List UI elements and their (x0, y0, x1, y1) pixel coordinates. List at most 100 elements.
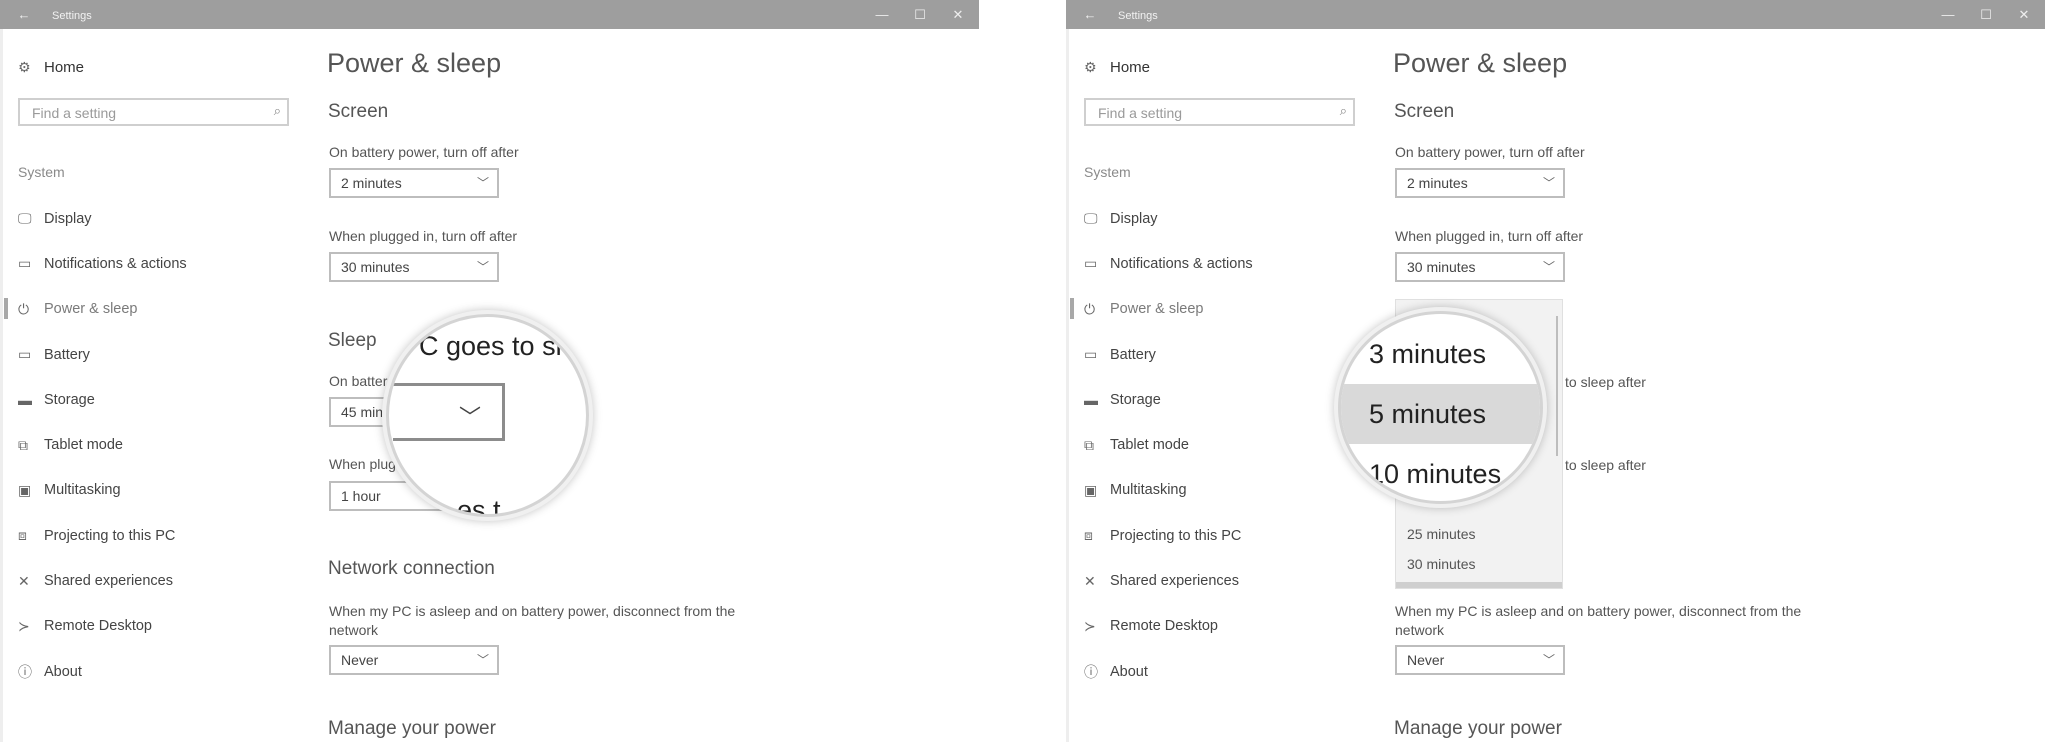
back-arrow-icon[interactable]: ← (12, 0, 36, 29)
network-dropdown[interactable]: Never ﹀ (329, 645, 499, 675)
sidebar-item-projecting[interactable]: ⧈ Projecting to this PC (1084, 513, 1253, 558)
search-box[interactable]: ⌕ (18, 98, 289, 126)
window-title: Settings (52, 10, 92, 22)
close-icon[interactable]: ✕ (2005, 0, 2043, 29)
remote-desktop-icon: ≻ (1084, 617, 1096, 634)
sidebar-item-label: Battery (1110, 346, 1156, 363)
sidebar-item-battery[interactable]: ▭ Battery (1084, 332, 1253, 377)
page-title: Power & sleep (327, 48, 502, 78)
network-dropdown[interactable]: Never ﹀ (1395, 645, 1565, 675)
sidebar-item-shared-experiences[interactable]: ✕ Shared experiences (18, 558, 187, 603)
dropdown-scrollbar[interactable] (1556, 316, 1558, 456)
home-link[interactable]: ⚙ Home (18, 56, 84, 78)
magnifier-lens: 3 minutes 5 minutes 10 minutes (1338, 311, 1543, 504)
magnified-text-bottom: es t (457, 495, 501, 517)
settings-window-left: ← Settings — ☐ ✕ ⚙ Home ⌕ System 🖵 Displa… (0, 0, 979, 742)
maximize-icon[interactable]: ☐ (1967, 0, 2005, 29)
sidebar-item-tablet-mode[interactable]: ⧉ Tablet mode (1084, 422, 1253, 467)
dropdown-list-footer (1396, 582, 1562, 588)
sidebar-item-notifications[interactable]: ▭ Notifications & actions (18, 241, 187, 286)
chevron-down-icon: ﹀ (476, 260, 489, 274)
sidebar-item-label: Power & sleep (44, 301, 138, 318)
minimize-icon[interactable]: — (1929, 0, 1967, 29)
back-arrow-icon[interactable]: ← (1078, 0, 1102, 29)
sidebar-item-multitasking[interactable]: ▣ Multitasking (1084, 468, 1253, 513)
sidebar-item-projecting[interactable]: ⧈ Projecting to this PC (18, 513, 187, 558)
sleep-battery-label-tail: to sleep after (1565, 374, 1646, 390)
multitasking-icon: ▣ (18, 481, 32, 498)
search-icon[interactable]: ⌕ (274, 103, 281, 119)
gear-icon: ⚙ (18, 58, 31, 75)
sleep-plugged-label-tail: to sleep after (1565, 457, 1646, 473)
sidebar-item-label: Tablet mode (1110, 437, 1189, 454)
sidebar-item-label: About (44, 663, 82, 680)
sidebar-item-multitasking[interactable]: ▣ Multitasking (18, 468, 187, 513)
search-input[interactable] (1096, 100, 1330, 126)
minimize-icon[interactable]: — (863, 0, 901, 29)
info-icon: ⓘ (18, 663, 32, 680)
screen-heading: Screen (328, 101, 389, 122)
sidebar-item-display[interactable]: 🖵 Display (18, 196, 187, 241)
sidebar-nav: 🖵 Display ▭ Notifications & actions ⏻ Power… (1070, 196, 1253, 694)
display-icon: 🖵 (18, 210, 32, 227)
dropdown-value: 1 hour (341, 488, 381, 504)
dropdown-option-30-minutes[interactable]: 30 minutes (1407, 556, 1475, 572)
dropdown-value: Never (1407, 652, 1445, 668)
sidebar-item-battery[interactable]: ▭ Battery (18, 332, 187, 377)
screen-battery-label: On battery power, turn off after (1395, 144, 1585, 160)
sidebar-item-about[interactable]: ⓘ About (18, 649, 187, 694)
sidebar-item-notifications[interactable]: ▭ Notifications & actions (1084, 241, 1253, 286)
sidebar-item-power-sleep[interactable]: ⏻ Power & sleep (1070, 287, 1253, 332)
network-label: When my PC is asleep and on battery powe… (329, 603, 736, 638)
screen-heading: Screen (1394, 101, 1455, 122)
home-link[interactable]: ⚙ Home (1084, 56, 1150, 78)
search-box[interactable]: ⌕ (1084, 98, 1355, 126)
power-icon: ⏻ (1084, 300, 1096, 317)
sleep-heading: Sleep (328, 330, 377, 351)
screen-plugged-dropdown[interactable]: 30 minutes ﹀ (1395, 252, 1565, 282)
dropdown-value: 2 minutes (1407, 175, 1468, 191)
screen-plugged-dropdown[interactable]: 30 minutes ﹀ (329, 252, 499, 282)
sidebar-item-shared-experiences[interactable]: ✕ Shared experiences (1084, 558, 1253, 603)
title-bar: ← Settings — ☐ ✕ (0, 0, 979, 29)
sidebar-item-display[interactable]: 🖵 Display (1084, 196, 1253, 241)
sidebar-item-remote-desktop[interactable]: ≻ Remote Desktop (18, 604, 187, 649)
chevron-down-icon: ﹀ (1542, 653, 1555, 667)
title-bar: ← Settings — ☐ ✕ (1066, 0, 2045, 29)
search-input[interactable] (30, 100, 264, 126)
close-icon[interactable]: ✕ (939, 0, 977, 29)
sidebar-item-label: Tablet mode (44, 437, 123, 454)
sidebar-item-tablet-mode[interactable]: ⧉ Tablet mode (18, 422, 187, 467)
sidebar-item-about[interactable]: ⓘ About (1084, 649, 1253, 694)
sleep-plugged-label: When plug (329, 456, 396, 472)
dropdown-value: Never (341, 652, 379, 668)
sidebar-item-storage[interactable]: ▬ Storage (1084, 377, 1253, 422)
sidebar-item-power-sleep[interactable]: ⏻ Power & sleep (4, 287, 187, 332)
maximize-icon[interactable]: ☐ (901, 0, 939, 29)
sidebar-item-storage[interactable]: ▬ Storage (18, 377, 187, 422)
screen-plugged-label: When plugged in, turn off after (1395, 228, 1584, 244)
power-icon: ⏻ (18, 300, 30, 317)
sidebar-item-label: Shared experiences (1110, 573, 1239, 590)
sidebar-item-remote-desktop[interactable]: ≻ Remote Desktop (1084, 604, 1253, 649)
dropdown-option-25-minutes[interactable]: 25 minutes (1407, 526, 1475, 542)
sidebar-item-label: Projecting to this PC (44, 527, 176, 544)
network-heading: Network connection (328, 558, 495, 579)
battery-icon: ▭ (18, 346, 32, 363)
sidebar-item-label: Storage (44, 391, 95, 408)
sidebar-item-label: Multitasking (44, 482, 121, 499)
dropdown-value: 30 minutes (341, 259, 410, 275)
display-icon: 🖵 (1084, 210, 1098, 227)
screen-battery-dropdown[interactable]: 2 minutes ﹀ (1395, 168, 1565, 198)
search-icon[interactable]: ⌕ (1340, 103, 1347, 119)
multitasking-icon: ▣ (1084, 481, 1098, 498)
storage-icon: ▬ (1084, 391, 1098, 408)
network-label: When my PC is asleep and on battery powe… (1395, 603, 1802, 638)
home-label: Home (1110, 58, 1151, 76)
gear-icon: ⚙ (1084, 58, 1097, 75)
chevron-down-icon: ﹀ (1542, 260, 1555, 274)
screen-battery-dropdown[interactable]: 2 minutes ﹀ (329, 168, 499, 198)
dropdown-value: 30 minutes (1407, 259, 1476, 275)
window-title: Settings (1118, 10, 1158, 22)
sidebar-item-label: Power & sleep (1110, 301, 1204, 318)
